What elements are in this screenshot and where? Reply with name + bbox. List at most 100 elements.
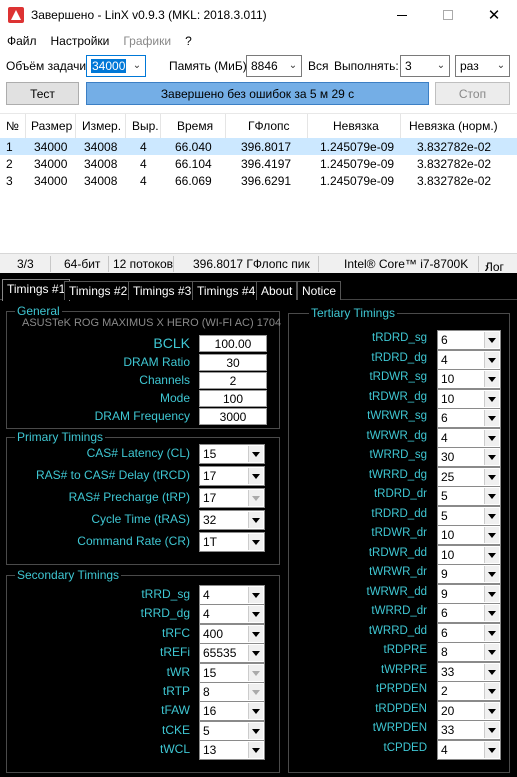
col-number[interactable]: № <box>6 119 19 133</box>
minimize-button[interactable] <box>379 0 425 30</box>
tprpden-select[interactable]: 2 <box>437 681 501 701</box>
trdwr-dg-value: 10 <box>441 391 455 406</box>
twrrd-dr-select[interactable]: 6 <box>437 603 501 623</box>
tcpded-select[interactable]: 4 <box>437 739 501 760</box>
cell-measure: 34008 <box>84 140 118 154</box>
tab-timings-2[interactable]: Timings #2 <box>64 281 133 300</box>
trdwr-dd-value: 10 <box>441 547 455 562</box>
cell-residual: 1.245079e-09 <box>320 174 395 188</box>
trdrd-dd-value: 5 <box>441 508 448 523</box>
trdwr-dd-select[interactable]: 10 <box>437 544 501 565</box>
tab-timings-1[interactable]: Timings #1 <box>2 279 71 301</box>
trdrd-sg-select[interactable]: 6 <box>437 330 501 350</box>
col-gflops[interactable]: ГФлопс <box>248 119 290 133</box>
tab-timings-3[interactable]: Timings #3 <box>128 281 197 300</box>
results-header: № Размер Измер. Выр. Время ГФлопс Невязк… <box>0 114 517 138</box>
test-button[interactable]: Тест <box>6 82 79 105</box>
menu-help[interactable]: ? <box>178 32 199 50</box>
cell-number: 2 <box>6 157 13 171</box>
trrd-sg-select[interactable]: 4 <box>199 585 265 605</box>
menu-file[interactable]: Файл <box>0 32 44 50</box>
col-residual-norm[interactable]: Невязка (норм.) <box>409 119 498 133</box>
title-bar[interactable]: Завершено - LinX v0.9.3 (MKL: 2018.3.011… <box>0 0 517 30</box>
twrrd-dg-select[interactable]: 25 <box>437 466 501 487</box>
task-size-combo[interactable]: 34000 ⌄ <box>86 55 146 77</box>
col-align[interactable]: Выр. <box>132 119 159 133</box>
twrwr-dg-label: tWRWR_dg <box>366 429 428 442</box>
trdrd-sg-value: 6 <box>441 333 448 347</box>
trrd-dg-select[interactable]: 4 <box>199 604 265 625</box>
dram-frequency-label: DRAM Frequency <box>94 409 190 423</box>
twrpden-select[interactable]: 33 <box>437 720 501 740</box>
cycle-time-tras-value: 32 <box>203 513 217 527</box>
stop-button[interactable]: Стоп <box>435 82 510 105</box>
trfc-select[interactable]: 400 <box>199 623 265 644</box>
twrwr-dg-select[interactable]: 4 <box>437 427 501 448</box>
tab-timings-4[interactable]: Timings #4 <box>192 281 261 300</box>
cell-residual: 1.245079e-09 <box>320 157 395 171</box>
table-row[interactable]: 1 34000 34008 4 66.040 396.8017 1.245079… <box>0 138 517 155</box>
table-row[interactable]: 2 34000 34008 4 66.104 396.4197 1.245079… <box>0 155 517 172</box>
trtp-label: tRTP <box>162 684 190 698</box>
trdwr-dg-select[interactable]: 10 <box>437 388 501 409</box>
menu-settings[interactable]: Настройки <box>44 32 117 50</box>
trdpre-select[interactable]: 8 <box>437 642 501 662</box>
run-count-value: 3 <box>405 59 412 73</box>
cycle-time-tras-label: Cycle Time (tRAS) <box>91 512 190 526</box>
col-measure[interactable]: Измер. <box>82 119 121 133</box>
twrwr-dd-select[interactable]: 9 <box>437 583 501 604</box>
twr-select[interactable]: 15 <box>199 662 265 683</box>
tab-about[interactable]: About <box>256 281 298 300</box>
run-count-combo[interactable]: 3 ⌄ <box>400 55 450 77</box>
run-unit-combo[interactable]: раз ⌄ <box>455 55 510 77</box>
ras-precharge-trp-value: 17 <box>203 491 217 505</box>
command-rate-cr-select[interactable]: 1T <box>199 532 265 552</box>
trdrd-dg-select[interactable]: 4 <box>437 349 501 370</box>
twrrd-dr-label: tWRRD_dr <box>371 605 427 617</box>
channels-value: 2 <box>199 372 267 389</box>
chevron-down-icon <box>484 507 499 524</box>
trtp-select[interactable]: 8 <box>199 682 265 702</box>
ras-precharge-trp-select[interactable]: 17 <box>199 488 265 508</box>
col-time[interactable]: Время <box>177 119 213 133</box>
cas-latency-cl-select[interactable]: 15 <box>199 444 265 464</box>
close-button[interactable]: ✕ <box>471 0 517 30</box>
cell-gflops: 396.8017 <box>241 140 292 154</box>
twcl-select[interactable]: 13 <box>199 740 265 761</box>
all-memory-label[interactable]: Вся <box>308 59 329 73</box>
twrrd-dd-select[interactable]: 6 <box>437 622 501 643</box>
motherboard-name: ASUSTeK ROG MAXIMUS X HERO (WI-FI AC) 17… <box>22 317 282 329</box>
tprpden-value: 2 <box>441 684 448 698</box>
trdrd-dd-select[interactable]: 5 <box>437 505 501 526</box>
cycle-time-tras-select[interactable]: 32 <box>199 510 265 530</box>
trrd-sg-label: tRRD_sg <box>141 587 190 601</box>
menu-graphs[interactable]: Графики <box>116 32 178 50</box>
tfaw-label: tFAW <box>161 703 190 718</box>
maximize-button[interactable] <box>425 0 471 30</box>
twrrd-dd-value: 6 <box>441 625 448 640</box>
trdrd-dr-value: 5 <box>441 489 448 503</box>
col-size[interactable]: Размер <box>31 119 72 133</box>
trdwr-sg-select[interactable]: 10 <box>437 369 501 389</box>
chevron-down-icon <box>484 351 499 368</box>
twr-label: tWR <box>166 664 190 679</box>
trdrd-dg-label: tRDRD_dg <box>371 351 427 364</box>
trdwr-dr-select[interactable]: 10 <box>437 525 501 545</box>
twrwr-sg-select[interactable]: 6 <box>437 408 501 428</box>
table-row[interactable]: 3 34000 34008 4 66.069 396.6291 1.245079… <box>0 172 517 189</box>
trdpden-select[interactable]: 20 <box>437 700 501 721</box>
trefi-select[interactable]: 65535 <box>199 643 265 664</box>
trdrd-dr-select[interactable]: 5 <box>437 486 501 506</box>
tab-notice[interactable]: Notice <box>297 281 342 300</box>
chevron-down-icon <box>484 546 499 563</box>
maximize-icon <box>443 10 453 20</box>
twrrd-sg-select[interactable]: 30 <box>437 447 501 467</box>
tfaw-select[interactable]: 16 <box>199 701 265 722</box>
twrwr-dr-select[interactable]: 9 <box>437 564 501 584</box>
col-residual[interactable]: Невязка <box>333 119 379 133</box>
tcke-select[interactable]: 5 <box>199 720 265 741</box>
memory-combo[interactable]: 8846 ⌄ <box>246 55 302 77</box>
ras-to-cas-delay-trcd-select[interactable]: 17 <box>199 466 265 486</box>
trrd-dg-label: tRRD_dg <box>140 606 190 621</box>
twrpre-select[interactable]: 33 <box>437 661 501 682</box>
